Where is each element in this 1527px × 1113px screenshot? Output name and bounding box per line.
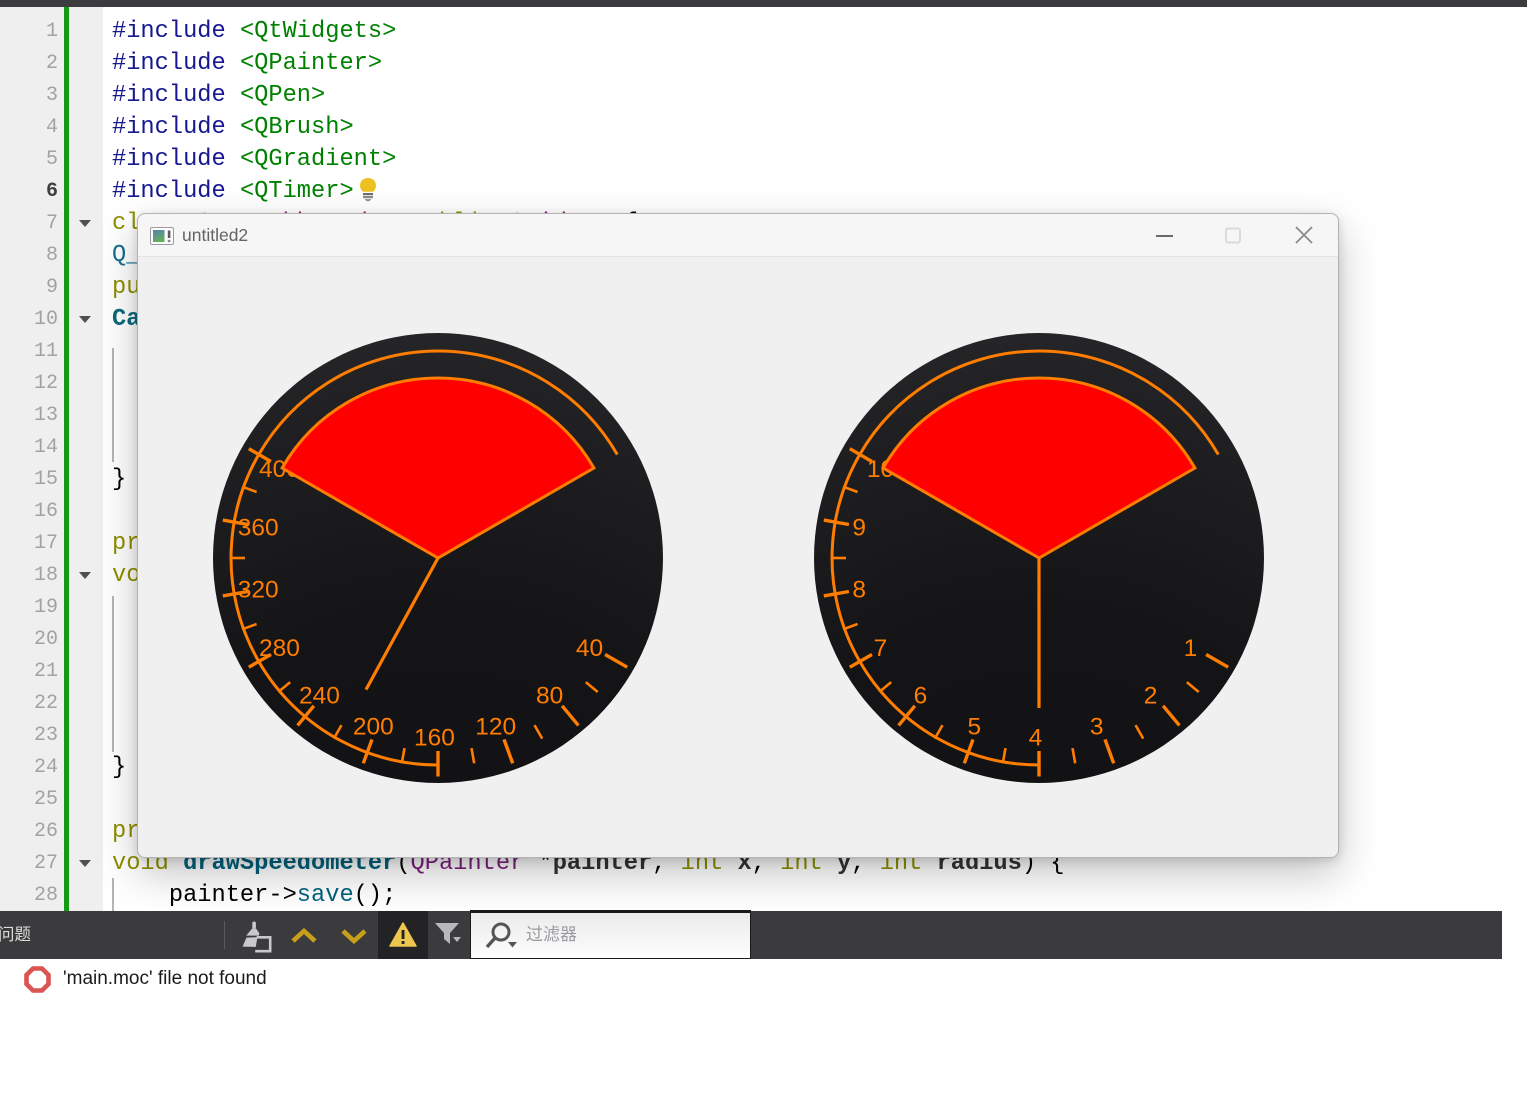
svg-text:4: 4 [1029, 725, 1043, 752]
svg-text:80: 80 [536, 683, 563, 710]
svg-text:360: 360 [238, 514, 279, 541]
svg-text:2: 2 [1144, 683, 1158, 710]
svg-text:7: 7 [874, 635, 888, 662]
svg-text:1: 1 [1184, 635, 1198, 662]
svg-text:8: 8 [852, 577, 866, 604]
svg-text:40: 40 [576, 635, 603, 662]
svg-text:200: 200 [353, 714, 394, 741]
svg-text:320: 320 [238, 577, 279, 604]
svg-text:9: 9 [852, 514, 866, 541]
svg-text:240: 240 [299, 683, 340, 710]
svg-text:280: 280 [259, 635, 300, 662]
svg-text:160: 160 [414, 725, 455, 752]
svg-text:6: 6 [914, 683, 928, 710]
svg-text:3: 3 [1090, 714, 1104, 741]
svg-text:120: 120 [475, 714, 516, 741]
svg-text:5: 5 [967, 714, 981, 741]
